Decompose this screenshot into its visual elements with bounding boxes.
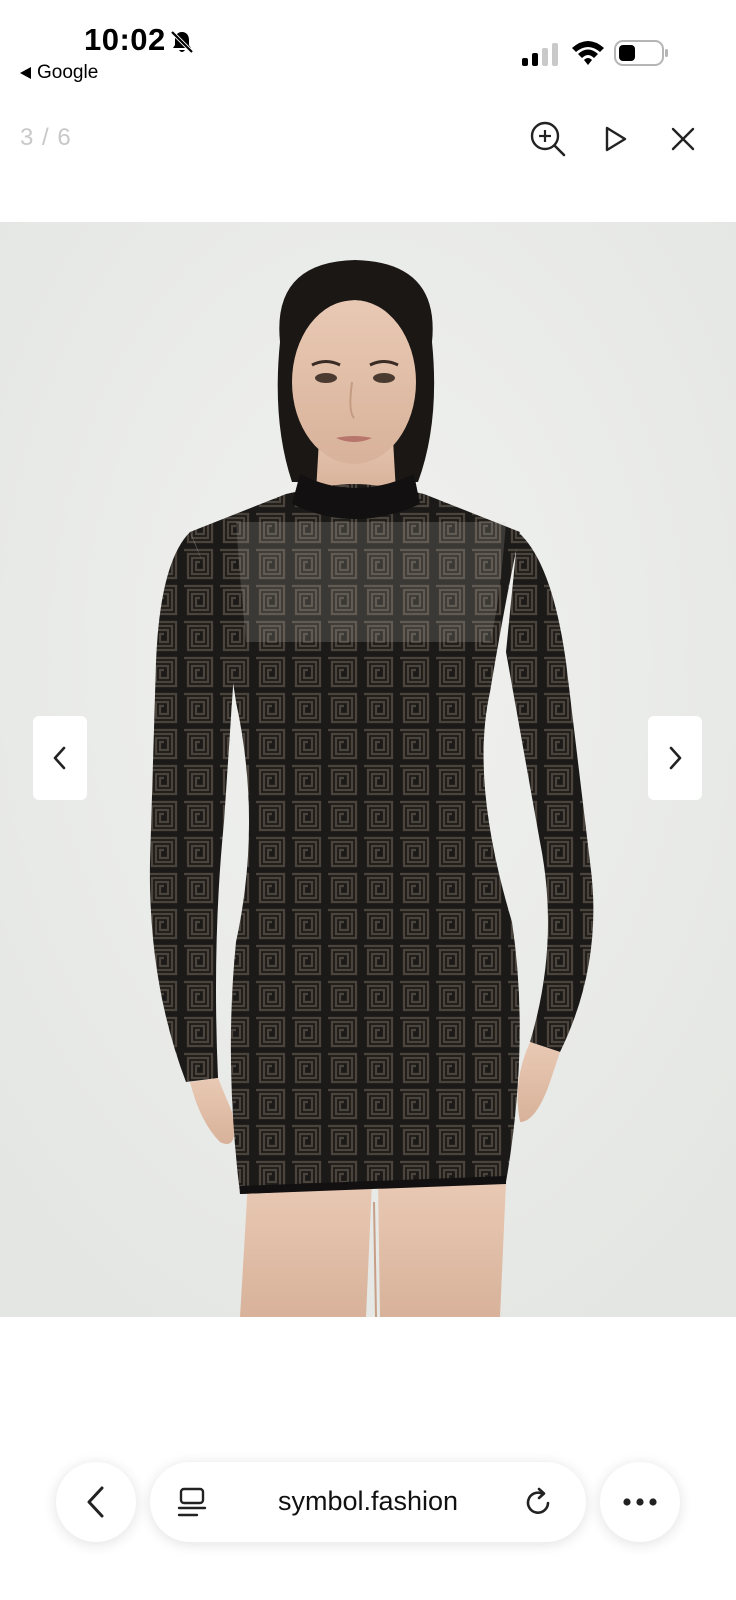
close-icon [671, 127, 695, 151]
previous-image-button[interactable] [33, 716, 87, 800]
clock: 10:02 [84, 22, 166, 57]
more-icon [623, 1498, 657, 1506]
cellular-signal-icon [522, 43, 558, 66]
back-arrow-icon [87, 1486, 104, 1518]
address-bar[interactable]: symbol.fashion [150, 1462, 586, 1542]
dress-model-illustration [0, 222, 736, 1317]
wifi-icon [572, 41, 604, 65]
zoom-in-icon [530, 121, 566, 157]
next-image-button[interactable] [648, 716, 702, 800]
bell-off-icon [170, 30, 194, 54]
slideshow-play-button[interactable] [592, 116, 638, 162]
browser-toolbar: symbol.fashion [0, 1456, 736, 1546]
back-triangle-icon [20, 67, 31, 79]
back-app-label: Google [37, 62, 99, 83]
more-options-button[interactable] [600, 1462, 680, 1542]
close-viewer-button[interactable] [660, 116, 706, 162]
status-bar: 10:02 Google [0, 0, 736, 96]
zoom-in-button[interactable] [525, 116, 571, 162]
reload-button[interactable] [518, 1482, 558, 1522]
chevron-left-icon [53, 746, 66, 770]
play-icon [605, 126, 627, 152]
chevron-right-icon [669, 746, 682, 770]
reload-icon [526, 1487, 550, 1514]
image-viewer-toolbar: 3 / 6 [0, 104, 736, 174]
back-to-google-link[interactable]: Google [20, 62, 98, 84]
product-image[interactable] [0, 222, 736, 1317]
battery-icon [614, 40, 668, 66]
image-counter: 3 / 6 [20, 124, 72, 151]
browser-back-button[interactable] [56, 1462, 136, 1542]
